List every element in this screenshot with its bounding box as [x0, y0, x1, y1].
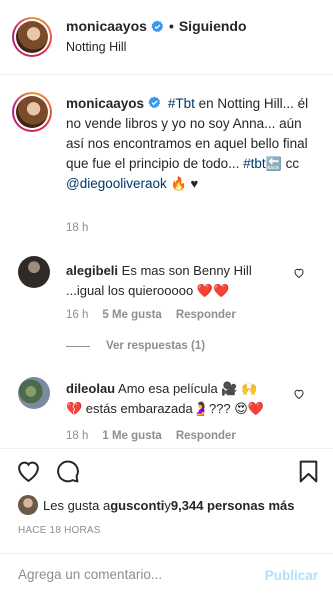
post-location[interactable]: Notting Hill [66, 40, 126, 54]
comment-input[interactable] [18, 567, 258, 582]
view-replies-label: Ver respuestas (1) [106, 340, 206, 352]
camera-hands-emoji: 🎥 🙌 [221, 381, 258, 396]
publish-button[interactable]: Publicar [265, 568, 318, 583]
comment-icon[interactable] [55, 459, 80, 484]
black-heart-emoji: ♥ [190, 176, 199, 191]
red-hearts-emoji: ❤️❤️ [196, 283, 230, 298]
comment-body-3: ??? [208, 401, 235, 416]
reply-button[interactable]: Responder [176, 309, 236, 321]
comment-time: 16 h [66, 309, 89, 321]
heart-icon[interactable] [16, 459, 41, 484]
post-caption: monicaayos #Tbt en Notting Hill... él no… [66, 94, 322, 194]
like-comment-heart-icon[interactable] [293, 267, 305, 279]
likes-prefix: Les gusta a [43, 497, 111, 513]
comment-meta: 16 h 5 Me gusta Responder [66, 309, 236, 321]
comment-time: 18 h [66, 430, 89, 442]
comment-text: dileolau Amo esa película 🎥 🙌 💔 estás em… [66, 379, 291, 419]
commenter-avatar[interactable] [18, 256, 50, 288]
author-avatar[interactable] [12, 17, 52, 57]
hashtag-link[interactable]: #tbt [243, 156, 266, 171]
caption-username[interactable]: monicaayos [66, 96, 144, 111]
liker-avatar[interactable] [18, 495, 38, 515]
comment-likes[interactable]: 5 Me gusta [102, 309, 161, 321]
commenter-avatar[interactable] [18, 377, 50, 409]
caption-text-cc: cc [281, 156, 300, 171]
pregnant-emoji: 🤰 [192, 401, 209, 416]
author-username[interactable]: monicaayos [66, 18, 147, 34]
verified-badge-icon [151, 20, 164, 32]
hashtag-link[interactable]: #Tbt [168, 96, 195, 111]
bookmark-icon[interactable] [296, 459, 321, 484]
reply-button[interactable]: Responder [176, 430, 236, 442]
separator-dot: • [168, 18, 174, 34]
mention-link[interactable]: @diegooliveraok [66, 176, 167, 191]
post-action-bar [0, 448, 333, 492]
following-button[interactable]: Siguiendo [179, 18, 247, 34]
liker-username[interactable]: gusconti [110, 498, 164, 513]
replies-divider [66, 345, 90, 347]
view-replies-button[interactable]: Ver respuestas (1) [66, 340, 205, 352]
fire-emoji: 🔥 [170, 176, 187, 191]
header-title-line: monicaayos • Siguiendo [66, 18, 247, 34]
likes-summary: Les gusta a gusconti y 9,344 personas má… [18, 495, 294, 515]
comment-likes[interactable]: 1 Me gusta [102, 430, 161, 442]
comment-username[interactable]: alegibeli [66, 263, 118, 278]
comment-body: Amo esa película [118, 381, 222, 396]
broken-heart-emoji: 💔 [66, 401, 83, 416]
add-comment-bar: Publicar [0, 553, 333, 599]
comment-text: alegibeli Es mas son Benny Hill ...igual… [66, 261, 291, 301]
caption-avatar[interactable] [12, 92, 52, 132]
post-header: monicaayos • Siguiendo Notting Hill [0, 0, 333, 75]
verified-badge-icon [148, 96, 161, 109]
post-timestamp[interactable]: HACE 18 HORAS [18, 525, 101, 536]
comment-body-2: estás embarazada [82, 401, 193, 416]
comment-meta: 18 h 1 Me gusta Responder [66, 430, 236, 442]
caption-time: 18 h [66, 222, 89, 234]
likes-count[interactable]: 9,344 personas más [171, 498, 295, 513]
like-comment-heart-icon[interactable] [293, 388, 305, 400]
comment-username[interactable]: dileolau [66, 381, 115, 396]
back-arrow-emoji: 🔙 [265, 156, 282, 171]
heart-eyes-emoji: 😍❤️ [234, 401, 265, 416]
